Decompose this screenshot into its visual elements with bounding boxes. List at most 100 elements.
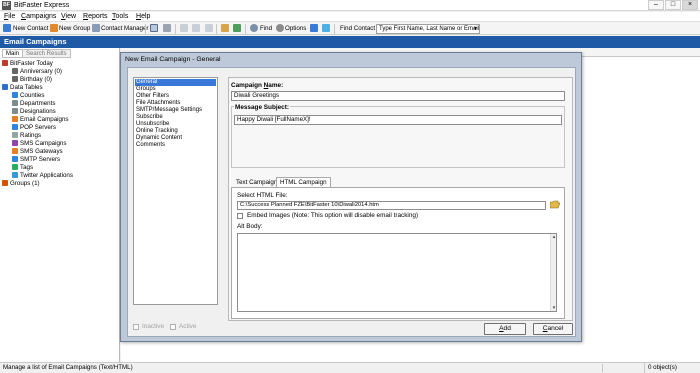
- tree-item-sms-gateways[interactable]: SMS Gateways: [12, 148, 63, 156]
- tree-item-smtp-servers[interactable]: SMTP Servers: [12, 156, 60, 164]
- left-panel: Main Search Results BitFaster Today Anniv…: [0, 48, 120, 362]
- tree-item-birthday[interactable]: Birthday (0): [12, 76, 52, 84]
- general-form-panel: Campaign Name: Diwali Greetings Message …: [228, 77, 573, 321]
- new-contact-button[interactable]: New Contact: [13, 24, 48, 34]
- alt-body-scrollbar[interactable]: ▲ ▼: [550, 234, 556, 311]
- contact-manager-button[interactable]: Contact Manager: [101, 24, 148, 34]
- import-icon[interactable]: [221, 24, 229, 32]
- scroll-down-icon[interactable]: ▼: [551, 305, 557, 310]
- menu-reports[interactable]: Reports: [83, 12, 108, 21]
- tree-item-label: SMTP Servers: [20, 156, 61, 163]
- tab-main[interactable]: Main: [2, 49, 24, 58]
- refresh-icon[interactable]: [233, 24, 241, 32]
- status-count: 0 object(s): [644, 363, 700, 373]
- twitter-applications-icon: [12, 172, 18, 178]
- find-contact-label: Find Contact: [340, 25, 376, 32]
- tree-item-designations[interactable]: Designations: [12, 108, 56, 116]
- tree-item-label: Data Tables: [10, 84, 43, 91]
- nav-item-file-attachments[interactable]: File Attachments: [135, 100, 216, 107]
- nav-item-unsubscribe[interactable]: Unsubscribe: [135, 121, 216, 128]
- tree-item-label: SMS Gateways: [20, 148, 63, 155]
- toolbar-separator: [216, 24, 217, 34]
- contact-manager-icon: [92, 24, 100, 32]
- nav-item-dynamic-content[interactable]: Dynamic Content: [135, 135, 216, 142]
- tree-item-bitfaster-today[interactable]: BitFaster Today: [2, 60, 53, 68]
- find-button[interactable]: Find: [260, 24, 272, 34]
- active-checkbox[interactable]: [170, 324, 176, 330]
- menu-campaigns[interactable]: Campaigns: [21, 12, 56, 21]
- menu-file[interactable]: File: [4, 12, 15, 21]
- tab-search-results[interactable]: Search Results: [22, 49, 71, 58]
- nav-item-subscribe[interactable]: Subscribe: [135, 114, 216, 121]
- find-contact-dropdown[interactable]: Type First Name, Last Name or Email ▼: [376, 24, 480, 34]
- tree-item-email-campaigns[interactable]: Email Campaigns: [12, 116, 69, 124]
- mail-icon[interactable]: [192, 24, 200, 32]
- list-icon[interactable]: [163, 24, 171, 32]
- toolbar-separator: [145, 24, 146, 34]
- tree-item-label: Ratings: [20, 132, 41, 139]
- tree-item-data-tables[interactable]: Data Tables: [2, 84, 43, 92]
- minimize-button[interactable]: –: [648, 0, 664, 10]
- tree-item-label: Groups (1): [10, 180, 40, 187]
- tree-item-groups[interactable]: Groups (1): [2, 180, 40, 188]
- grid-icon[interactable]: [150, 24, 158, 32]
- folder-open-icon[interactable]: [549, 200, 561, 209]
- menu-help[interactable]: Help: [136, 12, 150, 21]
- tree-item-label: Twitter Applications: [20, 172, 73, 179]
- departments-icon: [12, 100, 18, 106]
- nav-item-comments[interactable]: Comments: [135, 142, 216, 149]
- nav-item-general[interactable]: General: [135, 79, 216, 86]
- new-group-button[interactable]: New Group: [59, 24, 90, 34]
- birthday-icon: [12, 76, 18, 82]
- section-header: Email Campaigns: [0, 36, 700, 48]
- window-title: BitFaster Express: [14, 2, 70, 9]
- sms-campaigns-icon: [12, 140, 18, 146]
- nav-item-smtp-message-settings[interactable]: SMTP/Message Settings: [135, 107, 216, 114]
- new-email-campaign-dialog: New Email Campaign - General General Grou…: [120, 52, 582, 342]
- scroll-up-icon[interactable]: ▲: [551, 234, 557, 239]
- nav-item-other-filters[interactable]: Other Filters: [135, 93, 216, 100]
- tree-item-tags[interactable]: Tags: [12, 164, 33, 172]
- new-contact-icon: [3, 24, 11, 32]
- tree-item-counties[interactable]: Counties: [12, 92, 44, 100]
- tree-item-ratings[interactable]: Ratings: [12, 132, 41, 140]
- options-button[interactable]: Options: [285, 24, 306, 34]
- campaign-name-input[interactable]: Diwali Greetings: [231, 91, 565, 101]
- twitter-icon[interactable]: [322, 24, 330, 32]
- tree-item-anniversary[interactable]: Anniversary (0): [12, 68, 62, 76]
- cancel-button[interactable]: Cancel: [533, 323, 573, 335]
- menu-bar: File Campaigns View Reports Tools Help: [0, 12, 700, 21]
- status-message: Manage a list of Email Campaigns (Text/H…: [3, 364, 133, 371]
- inactive-checkbox[interactable]: [133, 324, 139, 330]
- toolbar-separator: [334, 24, 335, 34]
- select-html-file-label: Select HTML File:: [237, 192, 288, 199]
- tree-item-sms-campaigns[interactable]: SMS Campaigns: [12, 140, 66, 148]
- campaign-name-label: Campaign Name:: [231, 82, 284, 89]
- alt-body-textarea[interactable]: [237, 233, 557, 312]
- tree-item-twitter-applications[interactable]: Twitter Applications: [12, 172, 73, 180]
- chevron-down-icon: ▼: [473, 26, 478, 32]
- status-panel: [602, 364, 642, 372]
- nav-item-online-tracking[interactable]: Online Tracking: [135, 128, 216, 135]
- message-subject-input[interactable]: Happy Diwali [FullNameX]!: [234, 115, 562, 125]
- counties-icon: [12, 92, 18, 98]
- embed-images-checkbox[interactable]: [237, 213, 243, 219]
- nav-item-groups[interactable]: Groups: [135, 86, 216, 93]
- tab-html-campaign[interactable]: HTML Campaign: [276, 177, 331, 187]
- tree-item-label: BitFaster Today: [10, 60, 53, 67]
- export-icon[interactable]: [205, 24, 213, 32]
- facebook-icon[interactable]: [310, 24, 318, 32]
- inactive-label: Inactive: [142, 323, 165, 330]
- menu-tools[interactable]: Tools: [112, 12, 128, 21]
- maximize-button[interactable]: □: [665, 0, 681, 10]
- add-button[interactable]: Add: [484, 323, 526, 335]
- embed-images-label: Embed Images (Note: This option will dis…: [247, 212, 419, 219]
- close-button[interactable]: ×: [682, 0, 698, 10]
- tree-item-departments[interactable]: Departments: [12, 100, 55, 108]
- html-file-input[interactable]: C:\Success Planned FZE\BitFaster 10\Diwa…: [237, 201, 546, 210]
- menu-view[interactable]: View: [61, 12, 76, 21]
- message-subject-label: Message Subject:: [234, 104, 290, 112]
- tree-item-label: Anniversary (0): [20, 68, 62, 75]
- print-icon[interactable]: [180, 24, 188, 32]
- tree-item-pop-servers[interactable]: POP Servers: [12, 124, 56, 132]
